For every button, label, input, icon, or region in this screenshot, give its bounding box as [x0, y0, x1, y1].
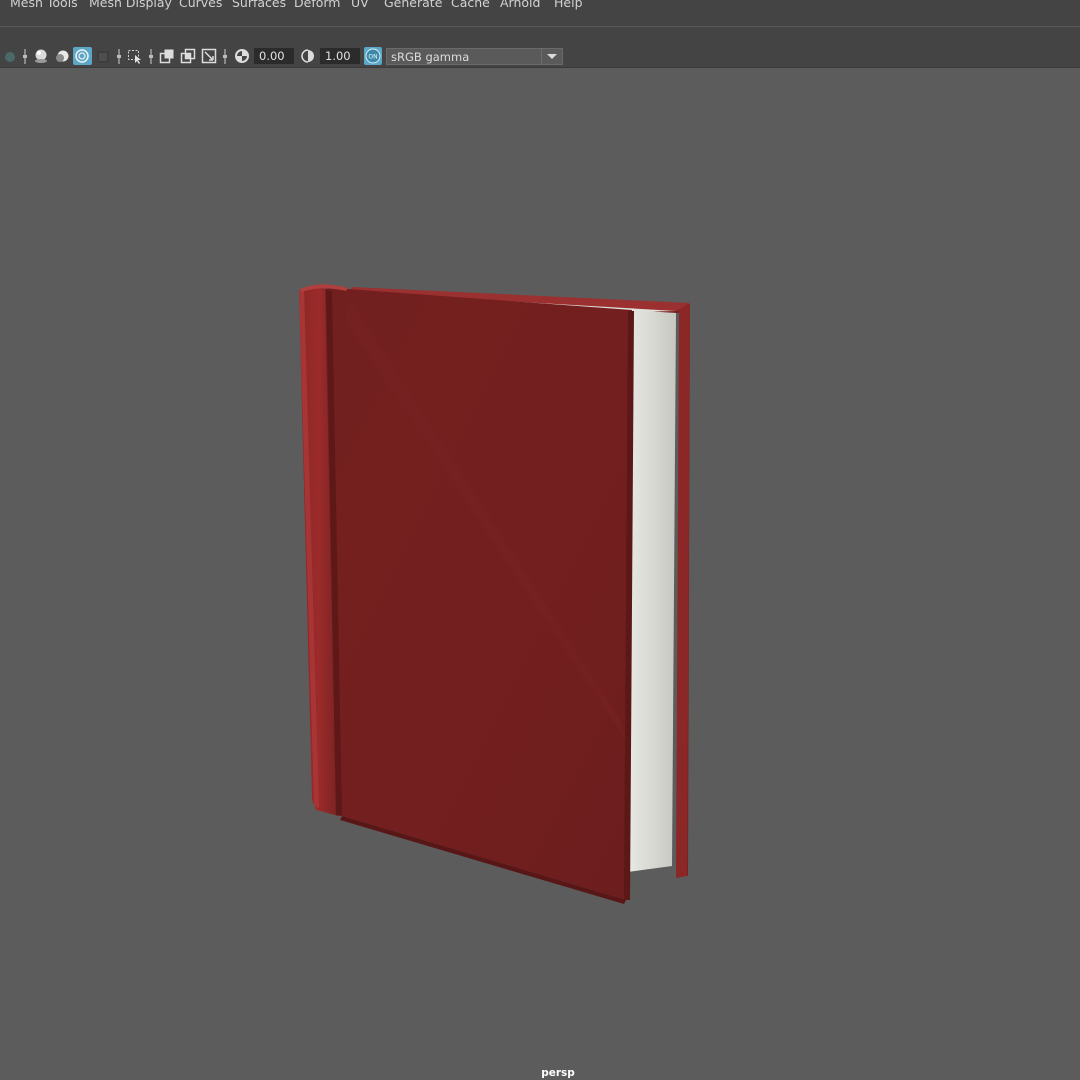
exposure-field[interactable]: 0.00 [254, 48, 294, 64]
toolbar-separator [23, 49, 27, 64]
pages [628, 310, 676, 872]
menu-deform[interactable]: Deform [294, 0, 340, 10]
front-cover [325, 287, 632, 900]
wireframe-sphere-icon[interactable] [2, 48, 15, 64]
shading-sphere-icon[interactable] [33, 48, 49, 64]
camera-label: persp [541, 1067, 575, 1079]
menu-bar: Mesh Tools Mesh Display Curves Surfaces … [0, 0, 1080, 27]
xray-icon[interactable] [95, 48, 111, 64]
color-management-toggle-label: ON [368, 54, 377, 61]
film-gate-icon[interactable] [159, 48, 175, 64]
book-model[interactable] [0, 68, 1080, 1080]
color-management-icon[interactable]: ON [364, 47, 382, 65]
toolbar-separator [149, 49, 153, 64]
gamma-icon[interactable] [300, 48, 316, 64]
resolution-gate-icon[interactable] [180, 48, 196, 64]
menu-help[interactable]: Help [554, 0, 583, 10]
shelf-area [0, 27, 1080, 46]
chevron-down-icon[interactable] [541, 49, 562, 64]
menu-cache[interactable]: Cache [451, 0, 490, 10]
lighting-sphere-icon[interactable] [54, 48, 70, 64]
viewport[interactable] [0, 68, 1080, 1080]
menu-generate[interactable]: Generate [384, 0, 442, 10]
menu-mesh-tools[interactable]: Mesh Tools [10, 0, 78, 10]
menu-arnold[interactable]: Arnold [500, 0, 540, 10]
menu-curves[interactable]: Curves [179, 0, 222, 10]
panel-toolbar: 0.00 1.00 ON sRGB gamma [0, 46, 1080, 68]
color-space-dropdown[interactable]: sRGB gamma [386, 48, 563, 65]
select-camera-icon[interactable] [127, 48, 143, 64]
menu-surfaces[interactable]: Surfaces [232, 0, 286, 10]
gamma-field[interactable]: 1.00 [320, 48, 360, 64]
exposure-icon[interactable] [234, 48, 250, 64]
isolate-select-icon[interactable] [73, 47, 92, 65]
toolbar-separator [223, 49, 227, 64]
menu-uv[interactable]: UV [351, 0, 369, 10]
toolbar-separator [117, 49, 121, 64]
color-space-label: sRGB gamma [391, 50, 470, 64]
menu-mesh-display[interactable]: Mesh Display [89, 0, 172, 10]
safe-frame-icon[interactable] [201, 48, 217, 64]
